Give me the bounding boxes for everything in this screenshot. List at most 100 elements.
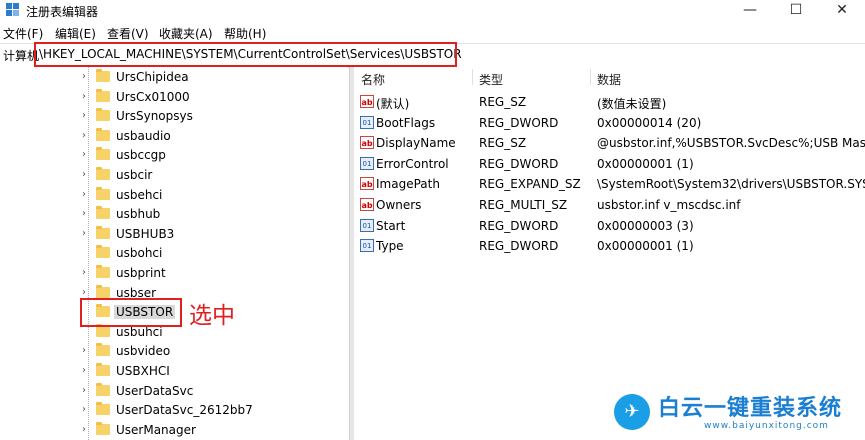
tree-item[interactable]: › USBHUB3 xyxy=(0,225,348,244)
menu-favorites[interactable]: 收藏夹(A) xyxy=(159,25,213,42)
binary-value-icon: 01 xyxy=(360,218,374,232)
column-header-data[interactable]: 数据 xyxy=(597,71,621,88)
menu-file[interactable]: 文件(F) xyxy=(3,25,43,42)
value-name: Owners xyxy=(376,198,422,212)
tree-item-label: usbvideo xyxy=(116,344,171,359)
chevron-right-icon[interactable]: › xyxy=(82,208,92,220)
values-list-pane[interactable]: 名称 类型 数据 ab (默认) REG_SZ (数值未设置) 01 BootFlags R… xyxy=(354,67,865,440)
value-row[interactable]: 01 ErrorControl REG_DWORD 0x00000001 (1) xyxy=(354,154,865,174)
chevron-right-icon[interactable]: › xyxy=(82,365,92,377)
tree-item-label: UserDataSvc_2612bb7 xyxy=(116,403,253,418)
chevron-right-icon[interactable]: › xyxy=(82,110,92,122)
value-type: REG_EXPAND_SZ xyxy=(479,177,581,192)
tree-item[interactable]: › usbaudio xyxy=(0,127,348,146)
folder-icon xyxy=(96,363,110,376)
value-type: REG_DWORD xyxy=(479,115,559,130)
tree-item-label: usbprint xyxy=(116,266,166,280)
folder-icon xyxy=(96,147,110,161)
tree-item[interactable]: › usbprint xyxy=(0,264,348,283)
tree-item-label: usbcir xyxy=(116,168,153,182)
tree-item[interactable]: › usbehci xyxy=(0,186,348,205)
menu-edit[interactable]: 编辑(E) xyxy=(55,25,96,42)
value-row[interactable]: 01 Type REG_DWORD 0x00000001 (1) xyxy=(354,236,865,256)
column-header-type[interactable]: 类型 xyxy=(479,71,503,88)
tree-item[interactable]: › USBXHCI xyxy=(0,362,348,381)
folder-icon xyxy=(96,245,110,259)
tree-item-label: usbaudio xyxy=(116,128,171,143)
value-data: 0x00000001 (1) xyxy=(597,156,694,171)
column-separator[interactable] xyxy=(472,69,473,85)
value-type: REG_SZ xyxy=(479,136,527,151)
menu-view[interactable]: 查看(V) xyxy=(107,25,149,42)
tree-item[interactable]: usbohci xyxy=(0,244,348,263)
value-type: REG_MULTI_SZ xyxy=(479,198,568,212)
tree-item-label: USBXHCI xyxy=(116,364,170,378)
chevron-right-icon[interactable]: › xyxy=(82,149,92,161)
chevron-right-icon[interactable]: › xyxy=(82,130,92,142)
chevron-right-icon[interactable]: › xyxy=(82,287,92,299)
bird-icon: ✈ xyxy=(614,394,650,430)
column-header-name[interactable]: 名称 xyxy=(361,71,385,88)
tree-item-label: usbohci xyxy=(116,246,163,261)
chevron-right-icon[interactable]: › xyxy=(82,71,92,83)
tree-item[interactable]: › usbhub xyxy=(0,205,348,224)
value-row[interactable]: ab Owners REG_MULTI_SZ usbstor.inf v_mscdsc… xyxy=(354,195,865,215)
tree-item-label: usbehci xyxy=(116,187,163,202)
value-row[interactable]: ab ImagePath REG_EXPAND_SZ \SystemRoot\Syst… xyxy=(354,174,865,194)
chevron-right-icon[interactable]: › xyxy=(82,228,92,240)
maximize-button[interactable]: ☐ xyxy=(773,0,819,22)
watermark-url: www.baiyunxitong.com xyxy=(704,421,829,431)
menu-bar: 文件(F) 编辑(E) 查看(V) 收藏夹(A) 帮助(H) xyxy=(0,24,865,42)
chevron-right-icon[interactable]: › xyxy=(82,404,92,416)
value-data: usbstor.inf v_mscdsc.inf xyxy=(597,198,741,212)
title-bar: 注册表编辑器 — ☐ ✕ xyxy=(0,0,865,22)
tree-item[interactable]: › usbvideo xyxy=(0,342,348,361)
chevron-right-icon[interactable]: › xyxy=(82,385,92,397)
folder-icon xyxy=(96,421,110,435)
value-row[interactable]: ab DisplayName REG_SZ @usbstor.inf,%USBSTOR… xyxy=(354,133,865,153)
column-separator[interactable] xyxy=(590,69,591,85)
chevron-right-icon[interactable]: › xyxy=(82,424,92,436)
tree-item[interactable]: › UrsCx01000 xyxy=(0,88,348,107)
tree-item[interactable]: › usbcir xyxy=(0,166,348,185)
key-tree-pane[interactable]: › UrsChipidea › UrsCx01000 › UrsSynopsys › usba… xyxy=(0,67,348,440)
tree-item[interactable]: › UserDataSvc_2612bb7 xyxy=(0,401,348,420)
window-title: 注册表编辑器 xyxy=(26,5,99,19)
menu-help[interactable]: 帮助(H) xyxy=(224,25,266,42)
folder-icon xyxy=(96,167,110,180)
tree-item[interactable]: › usbccgp xyxy=(0,146,348,165)
binary-value-icon: 01 xyxy=(360,156,374,170)
string-value-icon: ab xyxy=(360,198,374,211)
value-row[interactable]: 01 Start REG_DWORD 0x00000003 (3) xyxy=(354,216,865,236)
value-type: REG_DWORD xyxy=(479,218,559,233)
folder-icon xyxy=(96,206,110,220)
value-type: REG_DWORD xyxy=(479,239,559,254)
value-data: 0x00000003 (3) xyxy=(597,218,694,233)
tree-item[interactable]: › UrsChipidea xyxy=(0,68,348,87)
folder-icon xyxy=(96,343,110,357)
minimize-button[interactable]: — xyxy=(727,0,773,22)
string-value-icon: ab xyxy=(360,136,374,150)
folder-icon xyxy=(96,225,110,239)
value-type: REG_SZ xyxy=(479,95,527,109)
tree-item[interactable]: › UserManager xyxy=(0,421,348,440)
value-name: BootFlags xyxy=(376,115,436,130)
value-type: REG_DWORD xyxy=(479,156,559,171)
chevron-right-icon[interactable]: › xyxy=(82,169,92,181)
folder-icon xyxy=(96,323,110,337)
chevron-right-icon[interactable]: › xyxy=(82,91,92,103)
chevron-right-icon[interactable]: › xyxy=(82,267,92,279)
value-row[interactable]: ab (默认) REG_SZ (数值未设置) xyxy=(354,92,865,112)
folder-icon xyxy=(96,108,110,122)
tree-item-label: USBHUB3 xyxy=(116,226,175,241)
value-name: (默认) xyxy=(376,97,410,111)
chevron-right-icon[interactable]: › xyxy=(82,345,92,357)
tree-item[interactable]: › UrsSynopsys xyxy=(0,107,348,126)
tree-item[interactable]: › UserDataSvc xyxy=(0,382,348,401)
watermark-text: 白云一键重装系统 xyxy=(658,396,843,421)
close-button[interactable]: ✕ xyxy=(819,0,865,22)
value-row[interactable]: 01 BootFlags REG_DWORD 0x00000014 (20) xyxy=(354,113,865,133)
chevron-right-icon[interactable]: › xyxy=(82,189,92,201)
tree-item-label: UserDataSvc xyxy=(116,383,194,398)
folder-icon xyxy=(96,284,110,298)
